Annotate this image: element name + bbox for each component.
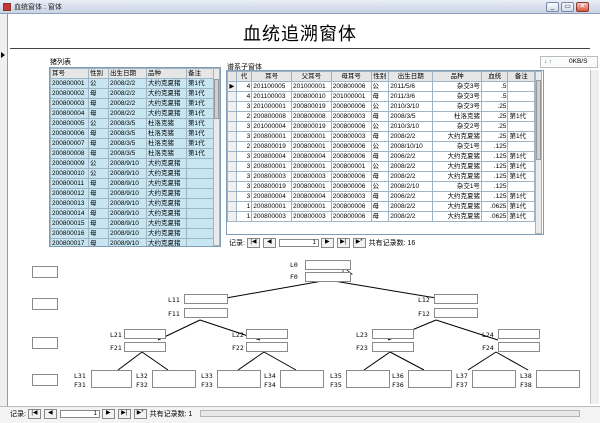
form-new-record-button[interactable]: ▶*: [133, 409, 147, 420]
gen-3-side-box[interactable]: [32, 374, 58, 386]
label-l31: L31: [74, 372, 86, 380]
label-f37: F37: [456, 381, 468, 389]
field-gen3-34[interactable]: [280, 370, 324, 388]
field-l21[interactable]: [124, 329, 166, 339]
field-f23[interactable]: [372, 342, 414, 352]
label-l11: L11: [168, 296, 180, 304]
label-f32: F32: [136, 381, 148, 389]
label-l36: L36: [392, 372, 404, 380]
tree-line-l23-l36: [389, 351, 425, 371]
field-gen3-33[interactable]: [217, 370, 261, 388]
form-first-record-button[interactable]: |◀: [27, 409, 41, 420]
form-record-total: 共有记录数: 1: [149, 411, 193, 418]
label-l32: L32: [136, 372, 148, 380]
label-l12: L12: [418, 296, 430, 304]
form-horizontal-scrollbar[interactable]: [200, 410, 580, 417]
label-l24: L24: [482, 331, 494, 339]
tree-line-l0-l11: [214, 279, 329, 301]
gen-0-side-box[interactable]: [32, 266, 58, 278]
label-f36: F36: [392, 381, 404, 389]
label-l33: L33: [201, 372, 213, 380]
form-last-record-button[interactable]: ▶|: [117, 409, 131, 420]
label-l23: L23: [356, 331, 368, 339]
label-l37: L37: [456, 372, 468, 380]
field-gen3-38[interactable]: [536, 370, 580, 388]
field-gen3-31[interactable]: [91, 370, 132, 388]
pedigree-tree-lines: [117, 266, 529, 371]
gen-1-side-box[interactable]: [32, 298, 58, 310]
label-l0: L0: [290, 261, 298, 269]
field-gen3-32[interactable]: [152, 370, 196, 388]
gen-2-side-box[interactable]: [32, 337, 58, 349]
field-f11[interactable]: [184, 308, 228, 318]
label-f38: F38: [520, 381, 532, 389]
label-f35: F35: [330, 381, 342, 389]
tree-line-l24-l37: [467, 351, 497, 371]
label-f22: F22: [232, 344, 244, 352]
label-f0: F0: [290, 273, 298, 281]
field-f22[interactable]: [246, 342, 288, 352]
label-l22: L22: [232, 331, 244, 339]
field-gen3-36[interactable]: [408, 370, 452, 388]
field-f21[interactable]: [124, 342, 166, 352]
field-gen3-37[interactable]: [472, 370, 516, 388]
field-l11[interactable]: [184, 294, 228, 304]
field-l23[interactable]: [372, 329, 414, 339]
tree-line-l21-l31: [117, 351, 143, 371]
form-prev-record-button[interactable]: ◀: [43, 409, 57, 420]
label-l34: L34: [264, 372, 276, 380]
label-f31: F31: [74, 381, 86, 389]
label-f33: F33: [201, 381, 213, 389]
form-record-label: 记录:: [10, 411, 26, 418]
field-f0[interactable]: [305, 272, 351, 282]
field-f24[interactable]: [498, 342, 540, 352]
form-record-number-input[interactable]: 1: [59, 410, 100, 419]
label-l21: L21: [110, 331, 122, 339]
tree-line-l24-l38: [495, 351, 529, 371]
tree-line-l23-l35: [363, 351, 391, 371]
tree-line-l22-l34: [263, 351, 297, 371]
field-f12[interactable]: [434, 308, 478, 318]
label-l35: L35: [330, 372, 342, 380]
form-record-nav: 记录: |◀ ◀ 1 ▶ ▶| ▶* 共有记录数: 1: [10, 409, 193, 420]
label-f11: F11: [168, 310, 180, 318]
label-f23: F23: [356, 344, 368, 352]
label-f12: F12: [418, 310, 430, 318]
field-l24[interactable]: [498, 329, 540, 339]
label-f34: F34: [264, 381, 276, 389]
field-l0[interactable]: [305, 260, 351, 270]
tree-line-l21-l32: [141, 351, 169, 371]
field-gen3-35[interactable]: [346, 370, 390, 388]
tree-line-l22-l33: [237, 351, 265, 371]
label-f21: F21: [110, 344, 122, 352]
tree-line-l0-l12: [327, 279, 449, 301]
form-next-record-button[interactable]: ▶: [101, 409, 115, 420]
label-f24: F24: [482, 344, 494, 352]
label-l38: L38: [520, 372, 532, 380]
field-l12[interactable]: [434, 294, 478, 304]
field-l22[interactable]: [246, 329, 288, 339]
